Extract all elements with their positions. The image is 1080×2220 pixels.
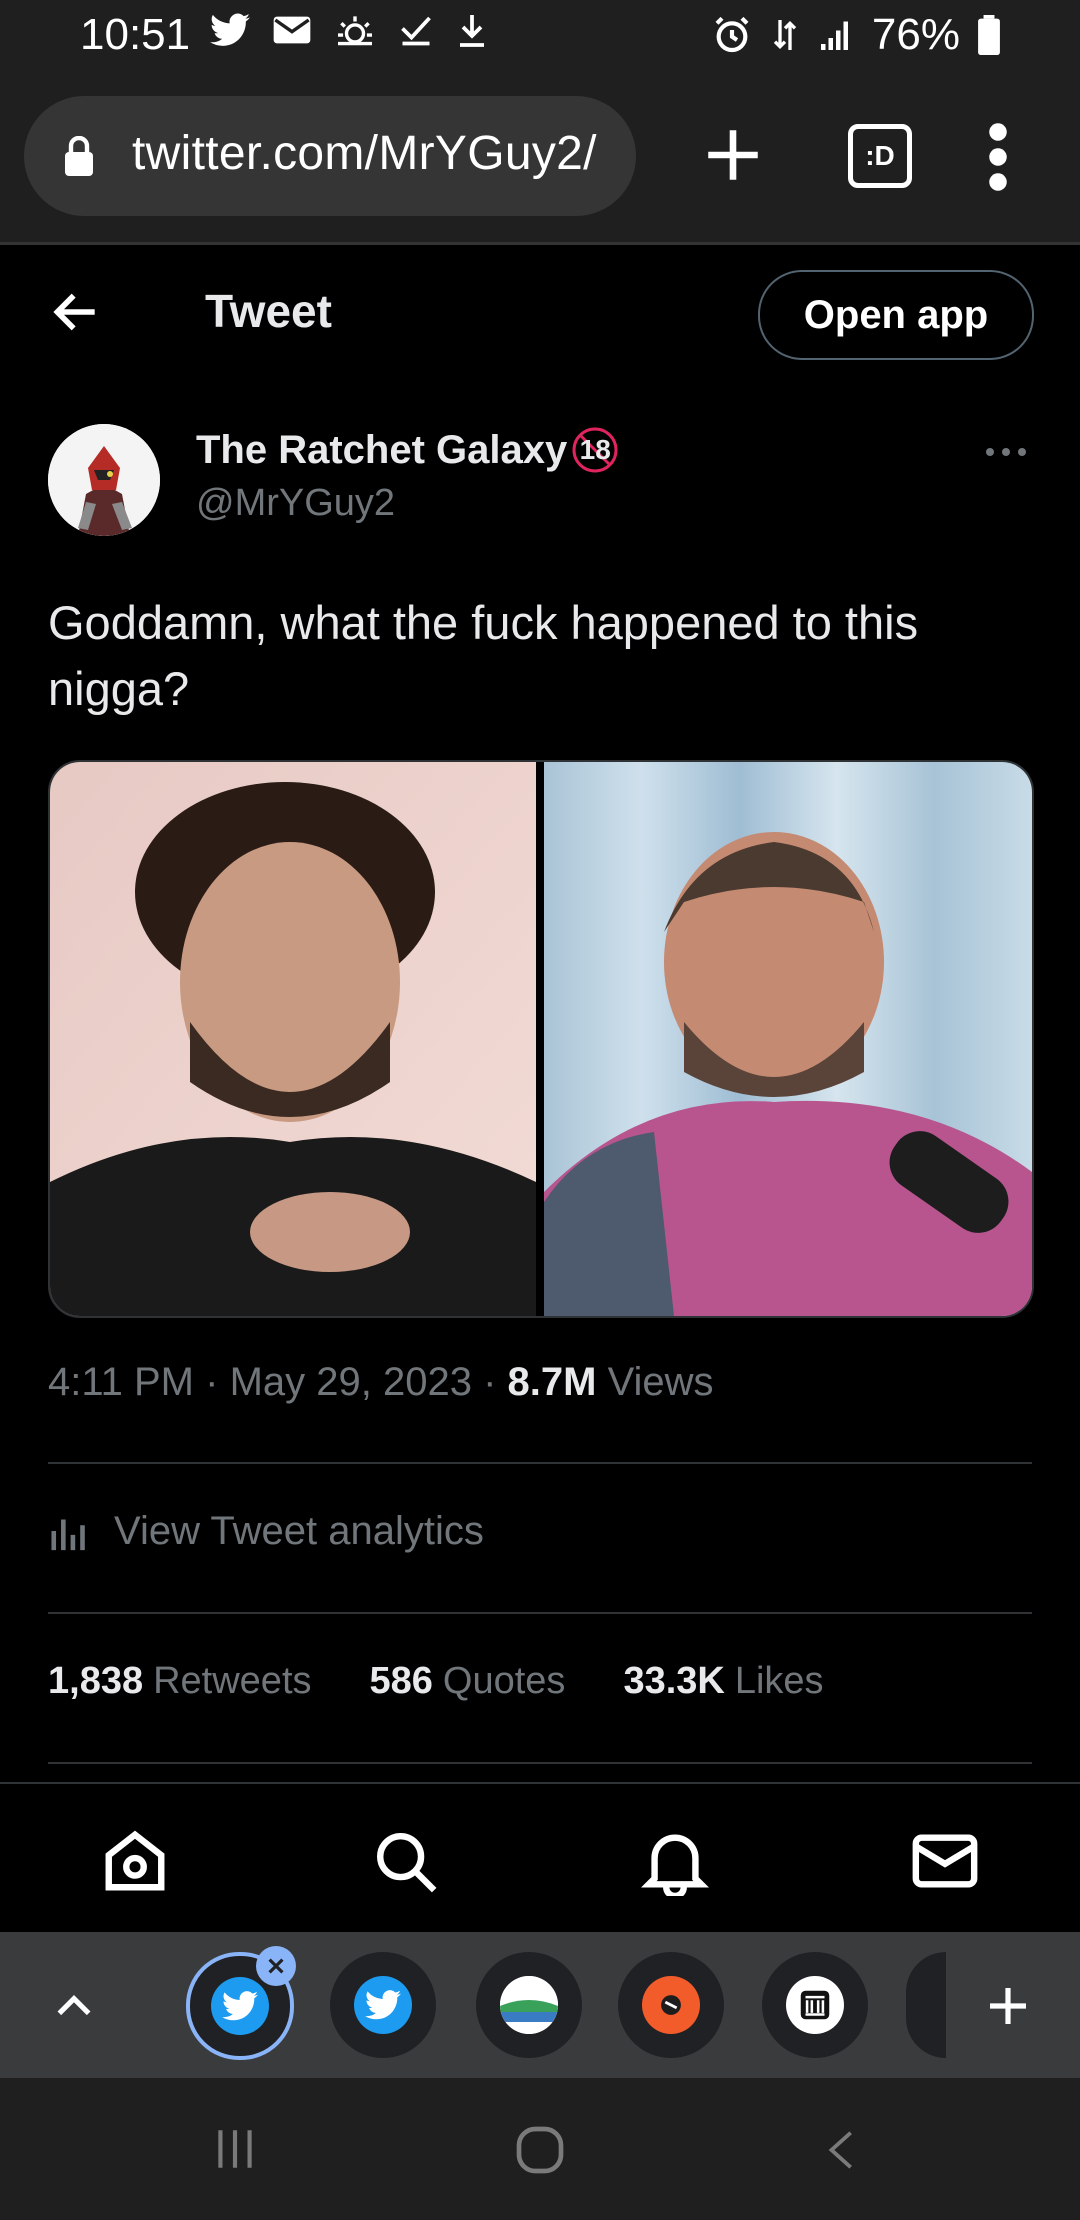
museum-favicon-icon bbox=[786, 1976, 844, 2034]
twitter-favicon-icon bbox=[211, 1977, 269, 2035]
views-count: 8.7M bbox=[507, 1360, 597, 1404]
tab-site-landscape[interactable] bbox=[476, 1952, 582, 2058]
tab-twitter[interactable] bbox=[330, 1952, 436, 2058]
back-arrow-icon[interactable] bbox=[48, 284, 104, 340]
likes-count: 33.3K bbox=[623, 1660, 725, 1702]
author-handle[interactable]: @MrYGuy2 bbox=[196, 482, 395, 525]
landscape-favicon-icon bbox=[500, 1976, 558, 2034]
more-vert-icon[interactable] bbox=[988, 122, 1008, 192]
signal-icon bbox=[820, 21, 848, 50]
open-app-button[interactable]: Open app bbox=[758, 270, 1034, 360]
notification-icons bbox=[210, 12, 488, 48]
tweet-date[interactable]: May 29, 2023 bbox=[230, 1360, 472, 1404]
download-icon bbox=[460, 15, 484, 47]
avatar[interactable] bbox=[48, 424, 160, 536]
bottom-navigation bbox=[0, 1782, 1080, 1934]
meta-separator: · bbox=[483, 1360, 508, 1404]
author-display-name[interactable]: The Ratchet Galaxy bbox=[196, 428, 567, 473]
browser-toolbar: twitter.com/MrYGuy2/ :D bbox=[0, 72, 1080, 245]
tab-site-museum[interactable] bbox=[762, 1952, 868, 2058]
view-analytics-link[interactable]: View Tweet analytics bbox=[48, 1508, 484, 1554]
search-icon[interactable] bbox=[370, 1826, 440, 1896]
retweets-label: Retweets bbox=[153, 1660, 312, 1702]
tab-strip bbox=[0, 1932, 1080, 2078]
tweet-time[interactable]: 4:11 PM bbox=[48, 1360, 194, 1404]
new-tab-plus-icon[interactable] bbox=[984, 1982, 1032, 2030]
home-button-icon[interactable] bbox=[512, 2122, 568, 2178]
tweet-text: Goddamn, what the fuck happened to this … bbox=[48, 596, 919, 715]
age-restricted-badge: 18 bbox=[571, 426, 619, 474]
tweet-timestamp: 4:11 PM · May 29, 2023 · 8.7M Views bbox=[48, 1360, 714, 1405]
chevron-up-icon[interactable] bbox=[52, 1984, 96, 2028]
quotes-label: Quotes bbox=[442, 1660, 566, 1702]
status-bar: 10:51 76% bbox=[0, 0, 1080, 72]
mail-icon bbox=[273, 16, 311, 44]
tab-site-orange[interactable] bbox=[618, 1952, 724, 2058]
retweets-count: 1,838 bbox=[48, 1660, 144, 1702]
twitter-favicon-icon bbox=[354, 1976, 412, 2034]
media-divider bbox=[536, 762, 544, 1316]
status-time: 10:51 bbox=[80, 10, 191, 59]
avatar-image bbox=[48, 424, 160, 536]
divider bbox=[48, 1462, 1032, 1464]
media-photo-left[interactable] bbox=[50, 762, 536, 1316]
tweet-header: Tweet Open app bbox=[0, 244, 1080, 380]
weather-icon bbox=[338, 16, 372, 46]
retweets-stat[interactable]: 1,838 Retweets bbox=[48, 1660, 312, 1703]
divider bbox=[48, 1762, 1032, 1764]
page-title: Tweet bbox=[205, 285, 332, 337]
back-button-icon[interactable] bbox=[820, 2122, 866, 2178]
media-photo-right[interactable] bbox=[544, 762, 1032, 1316]
new-tab-plus-icon[interactable] bbox=[700, 122, 766, 188]
system-navigation-bar bbox=[0, 2078, 1080, 2220]
data-icon bbox=[773, 20, 797, 50]
quotes-stat[interactable]: 586 Quotes bbox=[370, 1660, 566, 1703]
twitter-icon bbox=[210, 13, 250, 46]
tweet-stats: 1,838 Retweets 586 Quotes 33.3K Likes bbox=[48, 1660, 824, 1703]
tab-partial[interactable] bbox=[906, 1952, 946, 2058]
home-icon[interactable] bbox=[100, 1826, 170, 1896]
check-icon bbox=[401, 16, 431, 46]
battery-icon bbox=[978, 15, 1000, 55]
badge-text: 18 bbox=[579, 434, 611, 465]
messages-mail-icon[interactable] bbox=[910, 1826, 980, 1896]
alarm-icon bbox=[715, 16, 749, 53]
system-icons: 76% bbox=[712, 10, 1000, 60]
analytics-icon bbox=[51, 1519, 85, 1551]
quotes-count: 586 bbox=[369, 1660, 433, 1702]
likes-stat[interactable]: 33.3K Likes bbox=[623, 1660, 823, 1703]
likes-label: Likes bbox=[734, 1660, 824, 1702]
address-bar[interactable]: twitter.com/MrYGuy2/ bbox=[24, 96, 636, 216]
tweet-media[interactable] bbox=[48, 760, 1034, 1318]
tab-switcher-button[interactable]: :D bbox=[848, 124, 912, 188]
meta-separator: · bbox=[205, 1360, 230, 1404]
views-label: Views bbox=[607, 1360, 714, 1404]
recent-apps-icon[interactable] bbox=[210, 2122, 260, 2176]
battery-percent: 76% bbox=[871, 10, 960, 59]
analytics-label[interactable]: View Tweet analytics bbox=[114, 1509, 484, 1554]
lock-icon bbox=[65, 136, 93, 176]
more-horiz-icon[interactable] bbox=[984, 446, 1028, 458]
url-text[interactable]: twitter.com/MrYGuy2/ bbox=[132, 126, 597, 181]
notifications-bell-icon[interactable] bbox=[640, 1826, 710, 1896]
orange-favicon-icon bbox=[642, 1976, 700, 2034]
author-name[interactable]: The Ratchet Galaxy 18 bbox=[196, 426, 619, 474]
close-tab-icon[interactable] bbox=[256, 1946, 296, 1986]
divider bbox=[48, 1612, 1032, 1614]
